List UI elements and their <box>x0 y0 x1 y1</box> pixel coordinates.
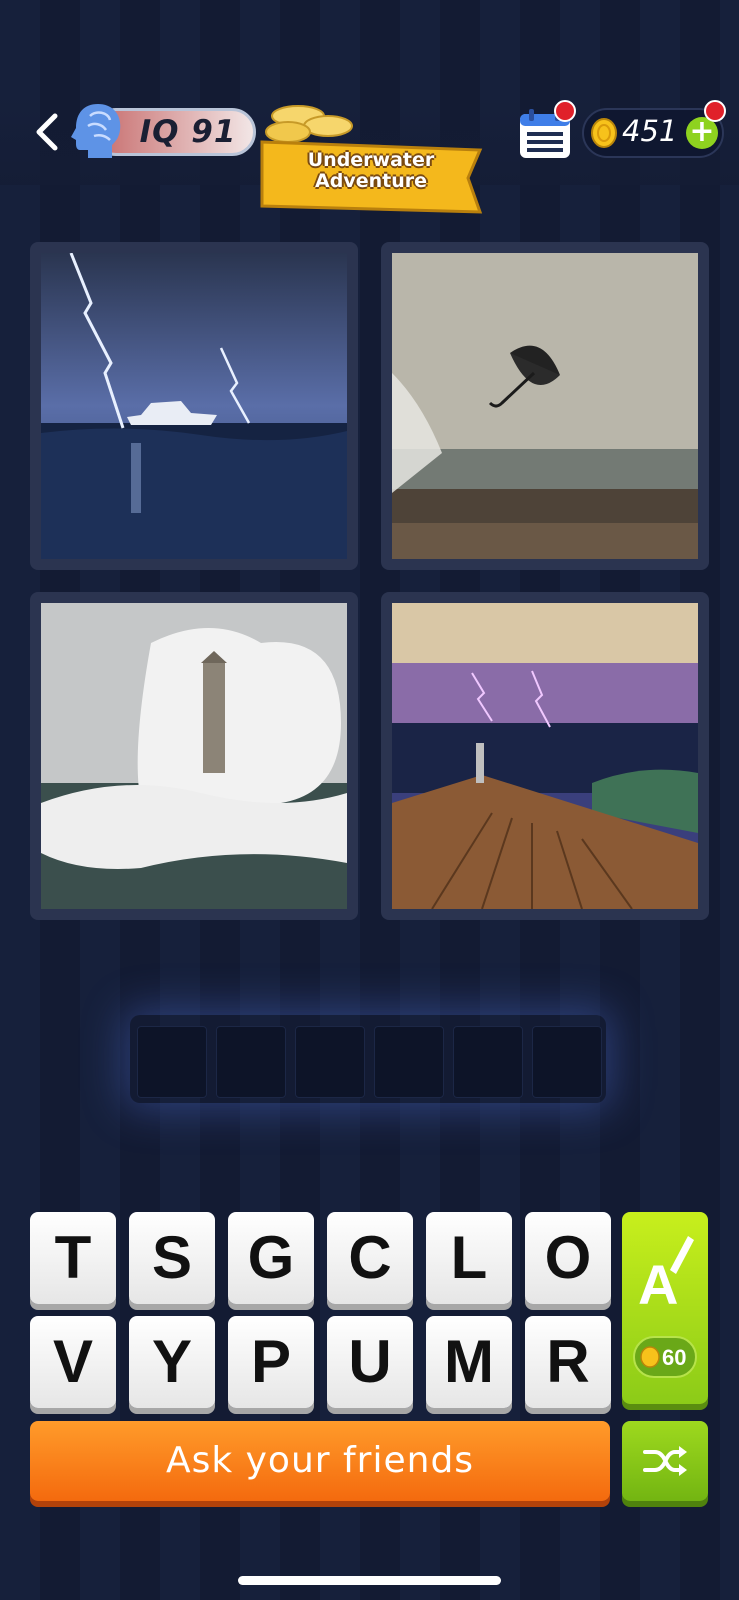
letter-key[interactable]: O <box>525 1212 611 1304</box>
answer-slot[interactable] <box>374 1026 444 1098</box>
hint-price: 60 <box>662 1345 687 1370</box>
home-indicator <box>238 1576 501 1585</box>
puzzle-image-3[interactable] <box>30 592 358 920</box>
ask-friends-button[interactable]: Ask your friends <box>30 1421 610 1501</box>
answer-slot[interactable] <box>216 1026 286 1098</box>
puzzle-image-2[interactable] <box>381 242 709 570</box>
letter-key[interactable]: S <box>129 1212 215 1304</box>
answer-slot[interactable] <box>295 1026 365 1098</box>
letter-key[interactable]: T <box>30 1212 116 1304</box>
puzzle-image-4[interactable] <box>381 592 709 920</box>
level-title-line1: Underwater <box>307 149 435 171</box>
shuffle-button[interactable] <box>622 1421 708 1501</box>
iq-label: IQ 91 <box>139 114 237 150</box>
answer-slot[interactable] <box>532 1026 602 1098</box>
letter-key[interactable]: C <box>327 1212 413 1304</box>
umbrella-waves-image <box>392 253 698 559</box>
letter-key[interactable]: R <box>525 1316 611 1408</box>
answer-slot[interactable] <box>137 1026 207 1098</box>
boat-lightning-image <box>41 253 347 559</box>
level-title-line2: Adventure <box>315 170 427 192</box>
paint-letter-icon: A <box>638 1236 694 1312</box>
lighthouse-waves-image <box>41 603 347 909</box>
shuffle-icon <box>643 1446 687 1476</box>
letter-key[interactable]: M <box>426 1316 512 1408</box>
deck-storm-image <box>392 603 698 909</box>
coins-notification-dot <box>704 100 726 122</box>
letter-key[interactable]: G <box>228 1212 314 1304</box>
svg-text:A: A <box>638 1253 678 1312</box>
coin-icon <box>591 118 617 148</box>
back-button[interactable] <box>30 112 64 152</box>
letter-key[interactable]: V <box>30 1316 116 1408</box>
coin-count: 451 <box>622 114 678 148</box>
chevron-left-icon <box>36 113 58 151</box>
brain-head-icon <box>71 104 121 158</box>
letter-key[interactable]: Y <box>129 1316 215 1408</box>
letter-key[interactable]: U <box>327 1316 413 1408</box>
letter-key[interactable]: L <box>426 1212 512 1304</box>
level-title: Underwater Adventure <box>276 150 466 192</box>
letter-key[interactable]: P <box>228 1316 314 1408</box>
answer-slot[interactable] <box>453 1026 523 1098</box>
puzzle-image-1[interactable] <box>30 242 358 570</box>
calendar-notification-dot <box>554 100 576 122</box>
coin-icon <box>640 1346 660 1368</box>
